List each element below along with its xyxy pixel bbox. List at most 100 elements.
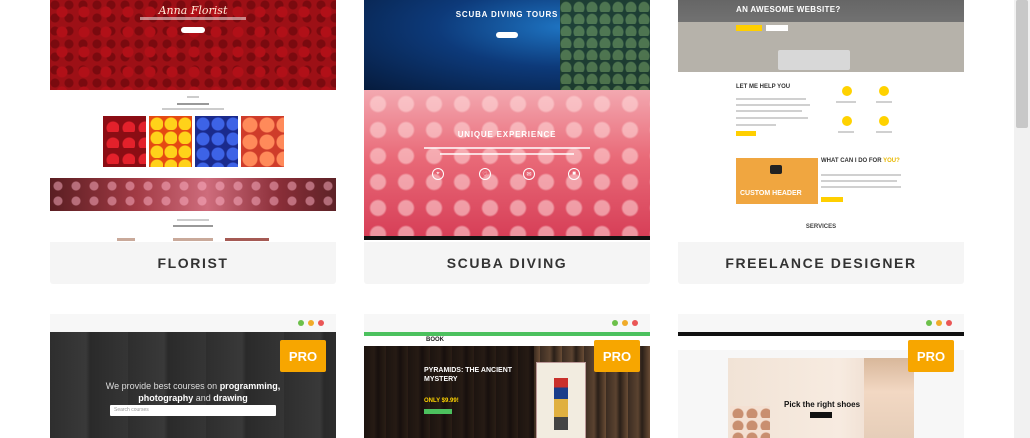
section-text	[424, 147, 590, 149]
template-card-shoes-pro[interactable]: Pick the right shoes PRO	[678, 314, 964, 438]
service-icon	[879, 86, 889, 96]
template-card-book-pro[interactable]: BOOK PYRAMIDS: THE ANCIENT MYSTERY ONLY …	[364, 314, 650, 438]
shoe-shelf-image	[730, 406, 770, 438]
template-preview[interactable]: SCUBA DIVING TOURS UNIQUE EXPERIENCE ⌖ ♡…	[364, 0, 650, 242]
hero-title: Anna Florist	[158, 4, 228, 17]
window-dots	[298, 320, 324, 326]
hero-headline: We provide best courses on programming, …	[50, 380, 336, 404]
service-label	[876, 101, 892, 103]
play-icon	[770, 165, 782, 174]
hero-button	[496, 32, 518, 38]
section-button	[736, 131, 756, 136]
hero-price: ONLY $9.99!	[424, 398, 459, 404]
section-label	[177, 103, 209, 105]
footer-bar	[364, 236, 650, 240]
headline-bold-2: photography	[138, 393, 194, 403]
banner-overlay	[50, 178, 336, 211]
product-thumb	[173, 238, 213, 241]
headline-bold-1: programming,	[219, 381, 281, 391]
section-title-2: WHAT CAN I DO FOR YOU?	[821, 158, 900, 164]
window-dots	[612, 320, 638, 326]
service-label	[838, 131, 854, 133]
hero-button	[736, 25, 762, 31]
hero-button	[424, 409, 452, 414]
service-icon	[842, 86, 852, 96]
template-gallery: Anna Florist FLORIST SCUBA DIVING TOURS …	[0, 0, 1030, 438]
section-text	[736, 104, 810, 106]
dot-icon	[298, 320, 304, 326]
section-text	[821, 180, 897, 182]
template-name[interactable]: FREELANCE DESIGNER	[678, 242, 964, 284]
service-icon	[879, 116, 889, 126]
hero-title: PYRAMIDS: THE ANCIENT MYSTERY	[424, 367, 513, 383]
template-name[interactable]: SCUBA DIVING	[364, 242, 650, 284]
hero-button-secondary	[766, 25, 788, 31]
dot-icon	[308, 320, 314, 326]
service-icon	[842, 116, 852, 126]
keyboard-image	[778, 50, 850, 70]
section-text	[821, 174, 901, 176]
tulips-image	[149, 116, 192, 167]
headline-mid: and	[193, 393, 214, 403]
template-preview[interactable]: Anna Florist	[50, 0, 336, 242]
section-button-2	[821, 197, 843, 202]
section-title-2-prefix: WHAT CAN I DO FOR	[821, 158, 884, 164]
product-thumb	[225, 238, 269, 241]
section-label-2	[177, 219, 209, 221]
peonies-image	[241, 116, 284, 167]
dot-icon	[926, 320, 932, 326]
pro-badge: PRO	[280, 340, 326, 372]
section-title-2	[173, 225, 213, 227]
model-image	[864, 358, 914, 438]
location-icon: ⌖	[432, 168, 444, 180]
flower-icon	[187, 96, 199, 98]
hero-title: Pick the right shoes	[784, 400, 861, 409]
headline-pre: We provide best courses on	[105, 381, 220, 391]
section-text	[162, 108, 224, 110]
egyptian-figure-image	[554, 378, 568, 430]
mail-icon: ✉	[523, 168, 535, 180]
hero-title: SCUBA DIVING TOURS	[455, 10, 559, 19]
window-dots	[926, 320, 952, 326]
jellyfish-image	[364, 90, 650, 240]
content-area	[678, 72, 964, 240]
services-title: SERVICES	[805, 224, 837, 230]
template-card-freelance-designer[interactable]: AN AWESOME WEBSITE? LET ME HELP YOU CUST…	[678, 0, 964, 284]
search-placeholder: Search courses	[114, 407, 149, 413]
section-text	[736, 124, 776, 126]
section-title: UNIQUE EXPERIENCE	[457, 130, 557, 139]
product-thumb	[117, 238, 135, 241]
service-label	[876, 131, 892, 133]
roses-image	[103, 116, 146, 167]
dot-icon	[936, 320, 942, 326]
template-preview[interactable]: AN AWESOME WEBSITE? LET ME HELP YOU CUST…	[678, 0, 964, 242]
template-card-scuba-diving[interactable]: SCUBA DIVING TOURS UNIQUE EXPERIENCE ⌖ ♡…	[364, 0, 650, 284]
dot-icon	[622, 320, 628, 326]
section-title-2-accent: YOU?	[883, 158, 900, 164]
dot-icon	[946, 320, 952, 326]
headline-bold-3: drawing	[213, 393, 248, 403]
scrollbar[interactable]	[1014, 0, 1030, 438]
template-card-florist[interactable]: Anna Florist FLORIST	[50, 0, 336, 284]
dot-icon	[612, 320, 618, 326]
dot-icon	[632, 320, 638, 326]
template-name[interactable]: FLORIST	[50, 242, 336, 284]
hero-subtitle	[140, 17, 246, 20]
template-card-school-pro[interactable]: We provide best courses on programming, …	[50, 314, 336, 438]
hero-title: AN AWESOME WEBSITE?	[736, 5, 841, 14]
section-text	[821, 186, 901, 188]
section-text	[440, 153, 574, 155]
section-text	[736, 117, 808, 119]
blue-flowers-image	[195, 116, 238, 167]
pro-badge: PRO	[908, 340, 954, 372]
heart-icon: ♡	[479, 168, 491, 180]
camera-icon: ■	[568, 168, 580, 180]
section-text	[736, 110, 802, 112]
hero-button	[810, 412, 832, 418]
pro-badge: PRO	[594, 340, 640, 372]
dot-icon	[318, 320, 324, 326]
video-title: CUSTOM HEADER	[740, 190, 802, 197]
scrollbar-thumb[interactable]	[1016, 0, 1028, 128]
service-label	[836, 101, 856, 103]
site-logo: BOOK	[426, 337, 444, 343]
